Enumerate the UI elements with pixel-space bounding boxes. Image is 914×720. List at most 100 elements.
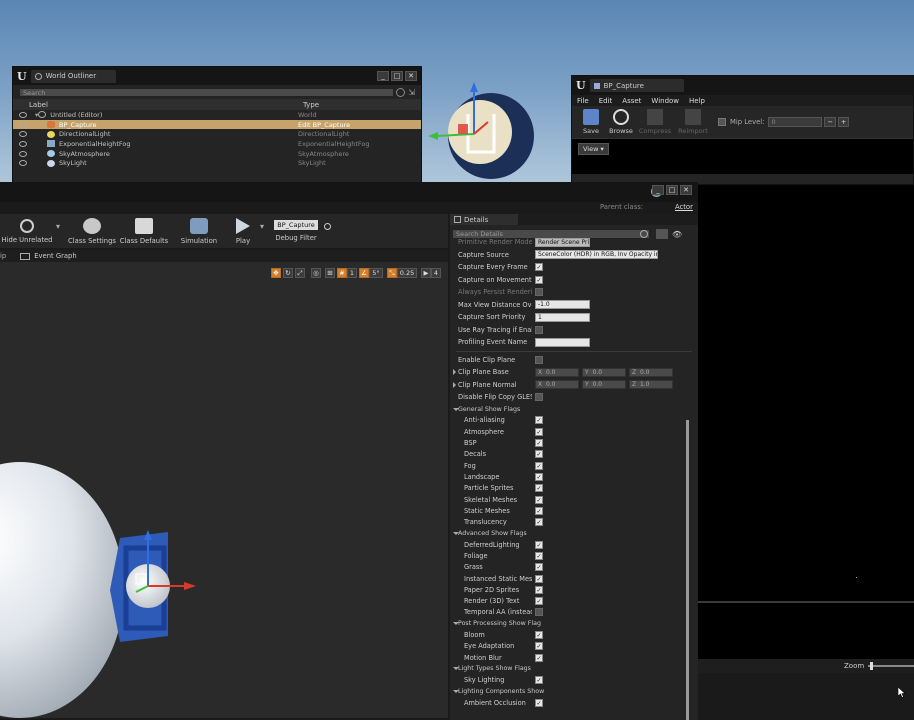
property-checkbox[interactable]: ✓	[535, 275, 543, 284]
menu-edit[interactable]: Edit	[599, 97, 613, 105]
show-flag-checkbox[interactable]: ✓	[535, 597, 543, 606]
show-flag-checkbox[interactable]: ✓	[535, 518, 543, 527]
hide-unrelated-button[interactable]: Hide Unrelated	[0, 218, 54, 244]
search-icon[interactable]	[396, 88, 406, 97]
vector-x-input[interactable]: X 0.0	[535, 367, 579, 377]
rotation-snap-icon[interactable]: ∠	[359, 268, 369, 278]
expand-arrow-icon[interactable]	[453, 369, 456, 376]
eye-icon[interactable]	[19, 121, 27, 128]
compress-button[interactable]: Compress	[636, 109, 674, 135]
menu-file[interactable]: File	[577, 97, 589, 105]
tab-event-graph[interactable]: Event Graph	[34, 252, 76, 260]
maximize-button[interactable]: □	[666, 185, 678, 195]
simulation-button[interactable]: Simulation	[176, 217, 222, 245]
hide-unrelated-dropdown-icon[interactable]: ▾	[56, 222, 60, 231]
show-flag-checkbox[interactable]: ✓	[535, 698, 543, 707]
vector-z-input[interactable]: Z 1.0	[629, 380, 673, 390]
grid-snap-icon[interactable]: #	[337, 268, 347, 278]
close-button[interactable]: ✕	[680, 185, 692, 195]
expand-arrow-icon[interactable]	[453, 381, 456, 388]
property-checkbox[interactable]	[535, 288, 543, 297]
bp-texture-viewport[interactable]: Zoom	[698, 185, 914, 720]
eye-icon[interactable]	[19, 160, 27, 167]
property-input[interactable]: 1	[535, 312, 590, 322]
browse-button[interactable]: Browse	[606, 109, 636, 135]
scale-icon[interactable]: ⤢	[295, 268, 305, 278]
mip-plus-button[interactable]: +	[837, 117, 850, 127]
menu-help[interactable]: Help	[689, 97, 705, 105]
outliner-tab[interactable]: World Outliner	[30, 69, 117, 83]
show-flag-checkbox[interactable]: ✓	[535, 540, 543, 549]
collapse-arrow-icon[interactable]	[453, 531, 459, 535]
show-flag-checkbox[interactable]: ✓	[535, 495, 543, 504]
play-button[interactable]: Play	[226, 217, 260, 245]
col-type-header[interactable]: Type	[303, 101, 319, 109]
zoom-slider[interactable]	[868, 662, 914, 670]
menu-asset[interactable]: Asset	[622, 97, 641, 105]
play-options-icon[interactable]: ▾	[260, 222, 264, 231]
list-item[interactable]: ExponentialHeightFog ExponentialHeightFo…	[13, 139, 421, 149]
collapse-arrow-icon[interactable]	[453, 667, 459, 671]
category-header[interactable]: General Show Flags	[450, 404, 698, 415]
property-checkbox[interactable]	[535, 393, 543, 402]
zoom-slider-handle[interactable]	[870, 662, 874, 670]
mip-minus-button[interactable]: −	[824, 117, 836, 127]
show-flag-checkbox[interactable]: ✓	[535, 484, 543, 493]
vector-x-input[interactable]: X 0.0	[535, 380, 579, 390]
debug-search-icon[interactable]	[324, 222, 332, 230]
show-flag-checkbox[interactable]: ✓	[535, 631, 543, 640]
options-arrow-icon[interactable]: ⇲	[408, 88, 415, 97]
col-label-header[interactable]: Label	[13, 101, 303, 109]
surface-snap-icon[interactable]: ⊞	[325, 268, 335, 278]
blueprint-viewport[interactable]: ✥ ↻ ⤢ ◎ ⊞ # 1 ∠ 5° ⤡ 0.25 ▶ 4	[0, 262, 448, 718]
details-scrollbar[interactable]	[686, 420, 689, 720]
show-flag-checkbox[interactable]: ✓	[535, 472, 543, 481]
camera-speed-value[interactable]: 4	[431, 268, 441, 278]
vector-y-input[interactable]: Y 0.0	[582, 380, 626, 390]
save-button[interactable]: Save	[576, 109, 606, 135]
property-checkbox[interactable]	[535, 355, 543, 364]
sphere-mesh-preview[interactable]	[0, 458, 210, 718]
show-flag-checkbox[interactable]: ✓	[535, 416, 543, 425]
minimize-button[interactable]: _	[377, 71, 389, 81]
reimport-button[interactable]: Reimport	[674, 109, 712, 135]
show-flag-checkbox[interactable]: ✓	[535, 439, 543, 448]
class-defaults-button[interactable]: Class Defaults	[118, 217, 170, 245]
debug-object-dropdown[interactable]: BP_Capture	[274, 220, 318, 230]
eye-icon[interactable]	[19, 131, 27, 138]
show-flag-checkbox[interactable]: ✓	[535, 506, 543, 515]
eye-icon[interactable]	[19, 150, 27, 157]
scene-sphere-gizmo[interactable]	[420, 82, 550, 186]
bp-capture-tab[interactable]: BP_Capture	[589, 79, 684, 92]
show-flag-checkbox[interactable]: ✓	[535, 642, 543, 651]
show-flag-checkbox[interactable]: ✓	[535, 552, 543, 560]
show-flag-checkbox[interactable]	[535, 608, 543, 617]
category-header[interactable]: Lighting Components Show	[450, 686, 698, 697]
menu-window[interactable]: Window	[651, 97, 679, 105]
tab-viewport[interactable]: ip	[0, 252, 6, 260]
maximize-button[interactable]: □	[391, 71, 403, 81]
show-flag-checkbox[interactable]: ✓	[535, 450, 543, 459]
property-input[interactable]: -1.0	[535, 300, 590, 310]
list-item[interactable]: SkyLight SkyLight	[13, 158, 421, 168]
world-local-icon[interactable]: ◎	[311, 268, 321, 278]
list-item[interactable]: ▾ Untitled (Editor) World	[13, 110, 421, 120]
property-checkbox[interactable]: ✓	[535, 263, 543, 272]
collapse-arrow-icon[interactable]	[453, 407, 459, 411]
show-flag-checkbox[interactable]: ✓	[535, 585, 543, 594]
collapse-arrow-icon[interactable]	[453, 622, 459, 626]
collapse-arrow-icon[interactable]	[453, 690, 459, 694]
list-item[interactable]: DirectionalLight DirectionalLight	[13, 129, 421, 139]
property-checkbox[interactable]	[535, 325, 543, 334]
scale-snap-icon[interactable]: ⤡	[387, 268, 397, 278]
rotation-snap-value[interactable]: 5°	[369, 268, 383, 278]
show-flag-checkbox[interactable]: ✓	[535, 563, 543, 572]
grid-snap-value[interactable]: 1	[347, 268, 357, 278]
vector-y-input[interactable]: Y 0.0	[582, 367, 626, 377]
scale-snap-value[interactable]: 0.25	[397, 268, 417, 278]
property-input[interactable]	[535, 337, 590, 347]
eye-icon[interactable]	[19, 111, 27, 118]
show-flag-checkbox[interactable]: ✓	[535, 574, 543, 583]
mip-level-input[interactable]: 0	[768, 117, 823, 127]
rotate-icon[interactable]: ↻	[283, 268, 293, 278]
